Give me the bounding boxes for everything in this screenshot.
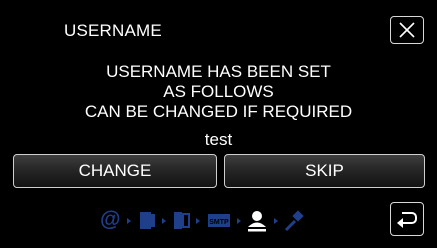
back-button[interactable] — [390, 202, 424, 236]
close-icon — [399, 22, 415, 38]
dialog-message: USERNAME HAS BEEN SET AS FOLLOWS CAN BE … — [0, 62, 437, 122]
username-value: test — [204, 130, 233, 149]
svg-text:@: @ — [100, 208, 120, 231]
device-open-icon — [174, 212, 190, 229]
chevron-right-icon — [237, 218, 241, 224]
chevron-right-icon — [274, 218, 278, 224]
change-button[interactable]: CHANGE — [13, 154, 217, 188]
chevron-right-icon — [127, 218, 131, 224]
chevron-right-icon — [162, 218, 166, 224]
skip-button[interactable]: SKIP — [224, 154, 425, 188]
device-icon — [140, 212, 155, 229]
message-line: USERNAME HAS BEEN SET — [106, 62, 331, 81]
close-button[interactable] — [390, 16, 424, 44]
smtp-icon: SMTP — [208, 214, 230, 227]
settings-icon — [284, 210, 304, 232]
at-icon: @ — [100, 208, 120, 231]
message-line: CAN BE CHANGED IF REQUIRED — [84, 102, 353, 121]
screen: USERNAME USERNAME HAS BEEN SET AS FOLLOW… — [0, 0, 437, 248]
user-icon — [248, 211, 266, 232]
svg-text:SMTP: SMTP — [209, 219, 229, 226]
dialog-title: USERNAME — [64, 21, 162, 40]
message-line: AS FOLLOWS — [163, 82, 274, 101]
step-progress-indicator: @ SMTP — [100, 208, 304, 232]
chevron-right-icon — [196, 218, 200, 224]
return-icon — [397, 212, 417, 228]
